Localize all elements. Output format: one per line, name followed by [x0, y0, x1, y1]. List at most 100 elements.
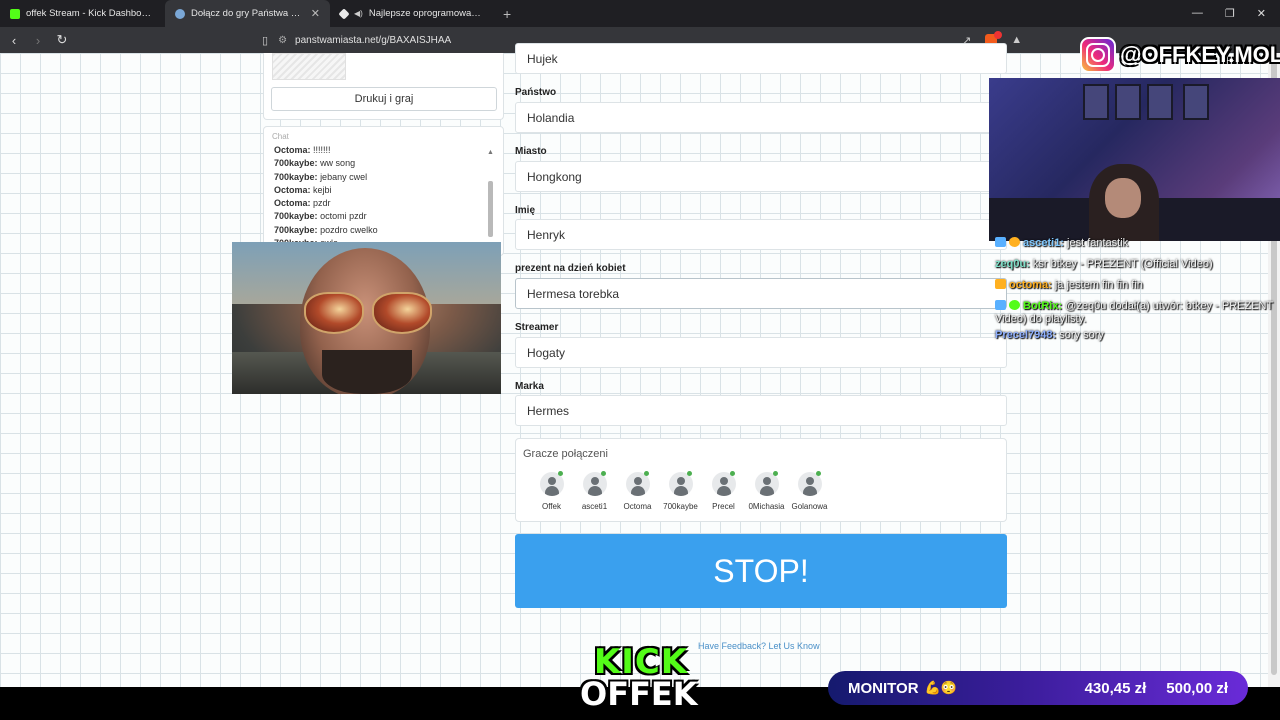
- tab-panstwa-miasta[interactable]: Dołącz do gry Państwa Miasta ✕: [165, 0, 330, 27]
- chat-user: Octoma:: [274, 184, 311, 195]
- tab-title: Najlepsze oprogramowanie do u: [368, 8, 485, 19]
- new-tab-button[interactable]: +: [495, 6, 519, 22]
- chat-heading: Chat: [272, 132, 289, 141]
- webcam-face: [1105, 178, 1141, 218]
- chat-user: 700kaybe:: [274, 171, 318, 182]
- players-title: Gracze połączeni: [523, 448, 608, 460]
- chat-text: Video) do playlisty.: [995, 313, 1087, 325]
- diamond-favicon-icon: [338, 7, 350, 20]
- field-miasto[interactable]: Hongkong: [515, 161, 1007, 192]
- browser-tab-bar: offek Stream - Kick Dashboard Dołącz do …: [0, 0, 1280, 27]
- label-miasto: Miasto: [515, 146, 547, 157]
- chat-text: ww song: [320, 158, 356, 169]
- chat-user: zeq0u:: [995, 258, 1030, 270]
- field-imie[interactable]: Henryk: [515, 219, 1007, 250]
- chat-scrollbar[interactable]: ▲: [487, 149, 494, 255]
- chat-user: Precel7948:: [995, 329, 1057, 341]
- online-dot: [644, 471, 649, 476]
- chat-text: jest fantastik: [1067, 237, 1129, 249]
- online-dot: [601, 471, 606, 476]
- chat-text: ksr btkey - PREZENT (Official Video): [1032, 258, 1213, 270]
- goal-amount: 430,45 zł: [1084, 679, 1147, 697]
- player-item: Golanowa: [788, 471, 831, 511]
- bookmark-icon[interactable]: ▯: [262, 34, 268, 47]
- audio-icon: ◀): [354, 9, 363, 18]
- stop-button[interactable]: STOP!: [515, 534, 1007, 608]
- kick-offek-logo: KICK OFFEK: [580, 642, 698, 710]
- badge: [994, 30, 1003, 39]
- board-thumbnail: [272, 53, 346, 80]
- reload-icon[interactable]: ↻: [52, 32, 72, 48]
- stream-chat-line: asceti1: jest fantastik: [995, 233, 1280, 254]
- chat-user: Octoma:: [274, 145, 311, 155]
- field-panstwo[interactable]: Holandia: [515, 102, 1007, 133]
- chat-user: 700kaybe:: [274, 224, 318, 235]
- back-icon[interactable]: ‹: [4, 33, 24, 48]
- close-window-icon[interactable]: ✕: [1257, 7, 1266, 20]
- online-dot: [558, 471, 563, 476]
- chat-user: asceti1:: [1023, 237, 1064, 249]
- instagram-handle: @OFFKEY.MOLLY: [1120, 42, 1280, 67]
- wall-frame: [1147, 84, 1173, 120]
- chat-text: pzdr: [313, 198, 331, 209]
- chat-scroll-thumb[interactable]: [488, 181, 493, 237]
- online-dot: [773, 471, 778, 476]
- label-marka: Marka: [515, 381, 544, 392]
- badge-icon: [1009, 237, 1020, 247]
- print-and-play-button[interactable]: Drukuj i graj: [271, 87, 497, 111]
- chat-message: 700kaybe: pozdro cwelko: [274, 224, 484, 237]
- forward-icon[interactable]: ›: [28, 33, 48, 48]
- minimize-icon[interactable]: —: [1192, 7, 1203, 20]
- tab-najlepsze[interactable]: ◀) Najlepsze oprogramowanie do u: [330, 0, 495, 27]
- field-marka[interactable]: Hermes: [515, 395, 1007, 426]
- chat-message: 700kaybe: octomi pzdr: [274, 210, 484, 223]
- player-item: asceti1: [573, 471, 616, 511]
- video-beard: [322, 350, 412, 394]
- wall-frame: [1183, 84, 1209, 120]
- chat-message: Octoma: !!!!!!!: [274, 144, 484, 157]
- chat-user: octoma:: [1009, 279, 1052, 291]
- kick-favicon-icon: [10, 8, 20, 19]
- wall-frame: [1115, 84, 1141, 120]
- player-item: 700kaybe: [659, 471, 702, 511]
- player-name: 700kaybe: [663, 502, 698, 511]
- sword-icon: [995, 300, 1006, 310]
- sunglasses-right: [372, 292, 432, 334]
- overlay-video: [232, 242, 501, 394]
- site-settings-icon[interactable]: ⚙: [278, 35, 287, 46]
- chat-text: pozdro cwelko: [320, 224, 378, 235]
- chat-text: @zeq0u dodał(a) utwór: btkey - PREZENT: [1065, 300, 1274, 312]
- feedback-link[interactable]: Have Feedback? Let Us Know: [698, 641, 820, 651]
- player-item: Precel: [702, 471, 745, 511]
- goal-target: 500,00 zł: [1166, 679, 1228, 697]
- kick-logo-text: KICK: [593, 642, 689, 682]
- maximize-icon[interactable]: ❐: [1225, 7, 1235, 20]
- close-tab-icon[interactable]: ✕: [311, 7, 320, 20]
- connected-players: Gracze połączeni Offek asceti1 Octoma 70…: [515, 438, 1007, 522]
- player-item: 0Michasia: [745, 471, 788, 511]
- rewards-icon[interactable]: ▲: [1011, 34, 1022, 47]
- tab-kick-dashboard[interactable]: offek Stream - Kick Dashboard: [0, 0, 165, 27]
- field-prezent[interactable]: Hermesa torebka: [515, 278, 1007, 309]
- chat-message: Octoma: pzdr: [274, 197, 484, 210]
- stream-chat-line: octoma: ja jestem fin fin fin: [995, 275, 1280, 296]
- verified-icon: [1009, 300, 1020, 310]
- player-name: Precel: [712, 502, 735, 511]
- player-name: Golanowa: [791, 502, 828, 511]
- goal-label: MONITOR: [848, 679, 919, 697]
- online-dot: [816, 471, 821, 476]
- label-prezent: prezent na dzień kobiet: [515, 263, 626, 274]
- chat-message: 700kaybe: jebany cwel: [274, 171, 484, 184]
- online-dot: [730, 471, 735, 476]
- player-item: Octoma: [616, 471, 659, 511]
- chat-text: sory sory: [1059, 329, 1104, 341]
- chat-message: 700kaybe: ww song: [274, 157, 484, 170]
- chat-user: 700kaybe:: [274, 211, 318, 222]
- stream-chat-overlay: asceti1: jest fantastik zeq0u: ksr btkey…: [995, 233, 1280, 346]
- field-streamer[interactable]: Hogaty: [515, 337, 1007, 368]
- stream-chat-line: zeq0u: ksr btkey - PREZENT (Official Vid…: [995, 254, 1280, 275]
- scroll-up-icon[interactable]: ▲: [487, 149, 494, 156]
- instagram-overlay: @OFFKEY.MOLLY: [1080, 36, 1280, 74]
- chat-user: 700kaybe:: [274, 158, 318, 169]
- field-previous[interactable]: Hujek: [515, 43, 1007, 74]
